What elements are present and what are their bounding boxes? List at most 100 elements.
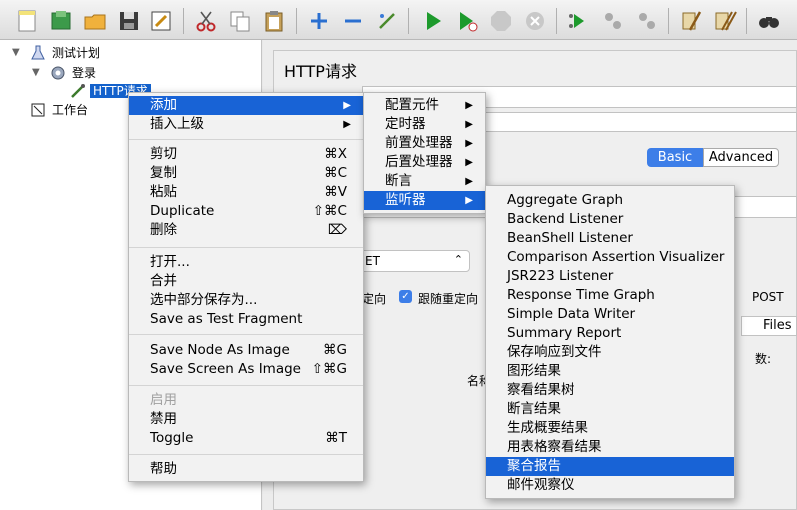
menu-separator <box>129 139 363 140</box>
listener-item-response-time-graph[interactable]: Response Time Graph <box>486 286 734 305</box>
save-icon[interactable] <box>116 8 142 34</box>
open-icon[interactable] <box>82 8 108 34</box>
context-menu-item-item-9[interactable]: 选中部分保存为... <box>129 291 363 310</box>
add-submenu-item-4[interactable]: 断言 ▶ <box>364 172 485 191</box>
listener-item-aggregate-graph[interactable]: Aggregate Graph <box>486 191 734 210</box>
context-menu-item-item-0[interactable]: 添加 ▶ <box>129 96 363 115</box>
follow-redirect-checkbox[interactable]: ✓ <box>399 290 412 303</box>
toggle-icon[interactable] <box>374 8 400 34</box>
listener-item-item-11[interactable]: 断言结果 <box>486 400 734 419</box>
listener-item-item-12[interactable]: 生成概要结果 <box>486 419 734 438</box>
listener-item-summary-report[interactable]: Summary Report <box>486 324 734 343</box>
method-select[interactable]: ET ⌃ <box>360 250 470 272</box>
toolbar-separator <box>183 8 184 34</box>
listener-item-simple-data-writer[interactable]: Simple Data Writer <box>486 305 734 324</box>
start-icon[interactable] <box>420 8 446 34</box>
edit-icon[interactable] <box>148 8 174 34</box>
context-menu-item-item-13: 启用 <box>129 391 363 410</box>
submenu-arrow-icon: ▶ <box>465 176 473 187</box>
stop-icon[interactable] <box>488 8 514 34</box>
submenu-arrow-icon: ▶ <box>465 100 473 111</box>
tab-advanced[interactable]: Advanced <box>703 148 779 167</box>
start-no-pauses-icon[interactable] <box>454 8 480 34</box>
expand-arrow-icon[interactable]: ▼ <box>12 44 20 62</box>
listener-item-backend-listener[interactable]: Backend Listener <box>486 210 734 229</box>
submenu-arrow-icon: ▶ <box>465 119 473 130</box>
remote-stop-icon[interactable] <box>600 8 626 34</box>
context-menu-item-item-1[interactable]: 插入上级 ▶ <box>129 115 363 134</box>
add-submenu-item-3[interactable]: 后置处理器 ▶ <box>364 153 485 172</box>
menu-item-label: 用表格察看结果 <box>507 439 602 455</box>
menu-item-label: 启用 <box>150 392 177 408</box>
add-submenu-item-2[interactable]: 前置处理器 ▶ <box>364 134 485 153</box>
listener-item-comparison-assertion-visualizer[interactable]: Comparison Assertion Visualizer <box>486 248 734 267</box>
count-label: 数: <box>755 352 772 366</box>
cut-icon[interactable] <box>193 8 219 34</box>
menu-separator <box>129 454 363 455</box>
context-menu-item-item-7[interactable]: 打开... <box>129 253 363 272</box>
listener-item-item-15[interactable]: 邮件观察仪 <box>486 476 734 495</box>
menu-item-label: 察看结果树 <box>507 382 575 398</box>
add-submenu-item-5[interactable]: 监听器 ▶ <box>364 191 485 210</box>
paste-icon[interactable] <box>261 8 287 34</box>
submenu-arrow-icon: ▶ <box>343 100 351 111</box>
context-menu: 添加 ▶ 插入上级 ▶ 剪切 ⌘X 复制 ⌘C 粘贴 ⌘V Duplicate ⇧⌘C 删除 ⌦ 打开...… <box>128 92 364 482</box>
menu-item-label: 复制 <box>150 165 177 181</box>
context-menu-item-item-14[interactable]: 禁用 <box>129 410 363 429</box>
expand-arrow-icon[interactable]: ▼ <box>32 64 40 82</box>
context-menu-item-item-2[interactable]: 剪切 ⌘X <box>129 145 363 164</box>
menu-item-label: 合并 <box>150 273 177 289</box>
search-icon[interactable] <box>756 8 782 34</box>
clear-icon[interactable] <box>678 8 704 34</box>
context-menu-item-save-node-as-image[interactable]: Save Node As Image ⌘G <box>129 341 363 360</box>
files-tab[interactable]: Files <box>741 316 797 336</box>
gear-icon <box>50 65 66 81</box>
menu-item-label: Save Node As Image <box>150 342 290 358</box>
menu-item-label: Toggle <box>150 430 194 446</box>
menu-item-label: 禁用 <box>150 411 177 427</box>
tree-node-workbench[interactable]: 工作台 <box>52 101 88 119</box>
remote-shutdown-icon[interactable] <box>634 8 660 34</box>
tree-node-test-plan[interactable]: 测试计划 <box>52 44 100 62</box>
pipette-icon <box>70 83 86 99</box>
context-menu-item-item-6[interactable]: 删除 ⌦ <box>129 221 363 240</box>
templates-icon[interactable] <box>48 8 74 34</box>
context-menu-item-item-3[interactable]: 复制 ⌘C <box>129 164 363 183</box>
listener-item-item-9[interactable]: 图形结果 <box>486 362 734 381</box>
files-tab-label: Files <box>763 318 792 333</box>
context-menu-item-item-4[interactable]: 粘贴 ⌘V <box>129 183 363 202</box>
menu-item-label: Simple Data Writer <box>507 306 636 322</box>
context-menu-item-duplicate[interactable]: Duplicate ⇧⌘C <box>129 202 363 221</box>
listener-item-item-14[interactable]: 聚合报告 <box>486 457 734 476</box>
submenu-arrow-icon: ▶ <box>465 195 473 206</box>
listener-item-item-10[interactable]: 察看结果树 <box>486 381 734 400</box>
context-menu-item-item-8[interactable]: 合并 <box>129 272 363 291</box>
shortcut-label: ⇧⌘G <box>311 361 347 377</box>
tab-basic[interactable]: Basic <box>647 148 703 167</box>
menu-item-label: 删除 <box>150 222 177 238</box>
add-submenu-item-1[interactable]: 定时器 ▶ <box>364 115 485 134</box>
shutdown-icon[interactable] <box>522 8 548 34</box>
clear-all-icon[interactable] <box>712 8 738 34</box>
menu-item-label: 断言 <box>385 173 412 189</box>
collapse-icon[interactable] <box>340 8 366 34</box>
workbench-icon <box>30 102 46 118</box>
expand-icon[interactable] <box>306 8 332 34</box>
context-menu-item-save-screen-as-image[interactable]: Save Screen As Image ⇧⌘G <box>129 360 363 379</box>
context-menu-item-item-16[interactable]: 帮助 <box>129 460 363 479</box>
toolbar-separator <box>296 8 297 34</box>
menu-item-label: 聚合报告 <box>507 458 561 474</box>
add-submenu-item-0[interactable]: 配置元件 ▶ <box>364 96 485 115</box>
remote-start-icon[interactable] <box>566 8 592 34</box>
menu-item-label: 保存响应到文件 <box>507 344 602 360</box>
copy-icon[interactable] <box>227 8 253 34</box>
listener-item-item-13[interactable]: 用表格察看结果 <box>486 438 734 457</box>
listener-item-item-8[interactable]: 保存响应到文件 <box>486 343 734 362</box>
listener-item-beanshell-listener[interactable]: BeanShell Listener <box>486 229 734 248</box>
context-menu-item-save-as-test-fragment[interactable]: Save as Test Fragment <box>129 310 363 329</box>
tree-node-login[interactable]: 登录 <box>72 64 96 82</box>
listener-item-jsr223-listener[interactable]: JSR223 Listener <box>486 267 734 286</box>
menu-item-label: 邮件观察仪 <box>507 477 575 493</box>
new-icon[interactable] <box>14 8 40 34</box>
context-menu-item-toggle[interactable]: Toggle ⌘T <box>129 429 363 448</box>
